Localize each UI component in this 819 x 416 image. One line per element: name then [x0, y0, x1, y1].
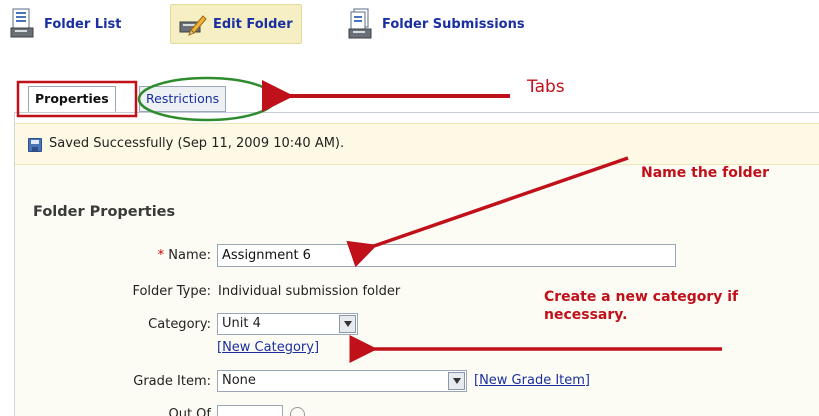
new-category-link[interactable]: [New Category]: [217, 340, 319, 355]
out-of-label: Out Of: [168, 407, 211, 416]
category-selected-value: Unit 4: [222, 316, 261, 331]
required-marker: *: [157, 248, 165, 263]
edit-folder-button[interactable]: Edit Folder: [170, 4, 302, 44]
saved-message: Saved Successfully (Sep 11, 2009 10:40 A…: [49, 136, 345, 151]
folder-submissions-label: Folder Submissions: [382, 16, 525, 32]
name-label: Name:: [168, 248, 211, 263]
out-of-field[interactable]: [217, 405, 283, 416]
grade-item-label: Grade Item:: [133, 374, 211, 389]
tab-properties[interactable]: Properties: [28, 86, 116, 112]
folder-list-label: Folder List: [44, 16, 122, 32]
tab-restrictions[interactable]: Restrictions: [139, 86, 227, 112]
name-field[interactable]: Assignment 6: [217, 244, 676, 267]
edit-folder-icon: [179, 8, 207, 40]
edit-folder-label: Edit Folder: [213, 16, 293, 32]
folder-list-button[interactable]: Folder List: [10, 4, 122, 44]
annotation-create-category-line2: necessary.: [544, 307, 628, 323]
saved-status-bar: Saved Successfully (Sep 11, 2009 10:40 A…: [15, 123, 819, 165]
folder-type-label: Folder Type:: [132, 284, 211, 299]
toolbar: Folder List Edit Folder Folder Submissio: [0, 0, 819, 50]
grade-item-select[interactable]: None: [217, 370, 467, 392]
chevron-down-icon: [448, 372, 465, 390]
folder-submissions-icon: [348, 8, 374, 40]
chevron-down-icon: [339, 315, 356, 333]
category-select[interactable]: Unit 4: [217, 313, 358, 335]
new-grade-item-link[interactable]: [New Grade Item]: [474, 373, 590, 388]
folder-submissions-button[interactable]: Folder Submissions: [348, 4, 525, 44]
category-label: Category:: [148, 317, 211, 332]
annotation-create-category: Create a new category if necessary.: [544, 288, 738, 324]
save-disk-icon: [28, 138, 42, 152]
folder-type-value: Individual submission folder: [218, 284, 401, 299]
annotation-create-category-line1: Create a new category if: [544, 289, 739, 305]
annotation-name-folder: Name the folder: [641, 165, 770, 181]
grade-item-selected-value: None: [222, 373, 256, 388]
help-icon[interactable]: [290, 407, 305, 416]
section-title: Folder Properties: [33, 204, 176, 220]
folder-list-icon: [10, 8, 36, 40]
annotation-tabs: Tabs: [527, 77, 565, 97]
name-label-wrap: * Name:: [130, 248, 211, 263]
